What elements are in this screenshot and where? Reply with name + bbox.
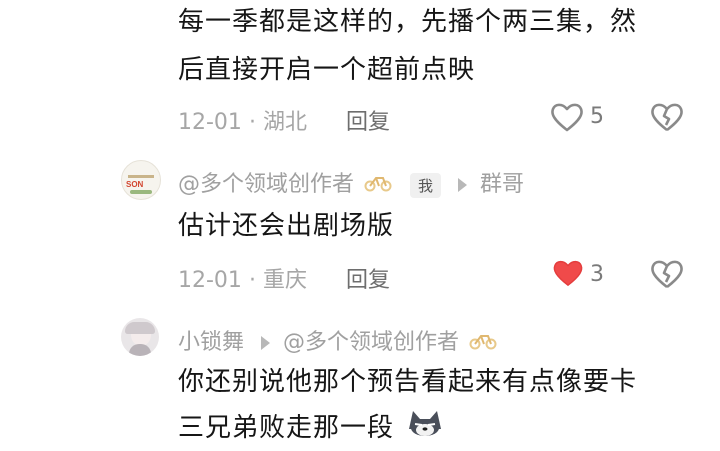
me-badge: 我	[410, 172, 442, 198]
comment-header: 小锁舞 @多个领域创作者	[178, 324, 498, 356]
heart-filled-icon	[553, 260, 583, 287]
comment-text-line: 每一季都是这样的，先播个两三集，然	[178, 7, 638, 37]
comment-date: 12-01	[178, 268, 242, 293]
like-count: 5	[590, 104, 604, 129]
broken-heart-icon	[651, 260, 683, 289]
reply-arrow-icon	[261, 336, 271, 350]
comment-date: 12-01	[178, 110, 242, 135]
reply-button[interactable]: 回复	[346, 262, 390, 294]
comment-text-line: 估计还会出剧场版	[178, 211, 395, 241]
like-button[interactable]	[552, 258, 586, 292]
like-button[interactable]	[550, 101, 586, 135]
comment-text-line: 三兄弟败走那一段	[178, 413, 395, 443]
reply-to-name[interactable]: 群哥	[480, 172, 524, 197]
creator-badge-icon	[468, 330, 498, 356]
reply-arrow-icon	[458, 178, 468, 192]
avatar-label: SON	[126, 180, 144, 189]
like-count: 3	[590, 262, 604, 287]
comment-text-line: 你还别说他那个预告看起来有点像要卡	[178, 367, 638, 397]
comment-location: 湖北	[262, 110, 307, 135]
husky-emoji-icon	[405, 407, 445, 451]
author-name[interactable]: 小锁舞	[178, 330, 244, 355]
avatar[interactable]: SON	[121, 160, 161, 200]
heart-icon	[551, 103, 583, 132]
creator-badge-icon	[363, 172, 393, 198]
reply-to-name[interactable]: @多个领域创作者	[283, 330, 459, 355]
comment-meta: 12-01 · 重庆	[178, 262, 307, 294]
comment-text-line-with-emoji: 三兄弟败走那一段	[178, 406, 445, 451]
comment-text-line: 后直接开启一个超前点映	[178, 55, 476, 85]
dislike-button[interactable]	[650, 101, 684, 135]
comment-location: 重庆	[262, 268, 307, 293]
avatar[interactable]	[121, 318, 159, 356]
reply-button[interactable]: 回复	[346, 104, 390, 136]
broken-heart-icon	[651, 103, 683, 132]
comment-meta: 12-01 · 湖北	[178, 104, 307, 136]
author-name[interactable]: @多个领域创作者	[178, 172, 354, 197]
dislike-button[interactable]	[650, 258, 684, 292]
meta-separator: ·	[248, 268, 256, 293]
meta-separator: ·	[248, 110, 256, 135]
comment-header: @多个领域创作者 我 群哥	[178, 166, 524, 198]
